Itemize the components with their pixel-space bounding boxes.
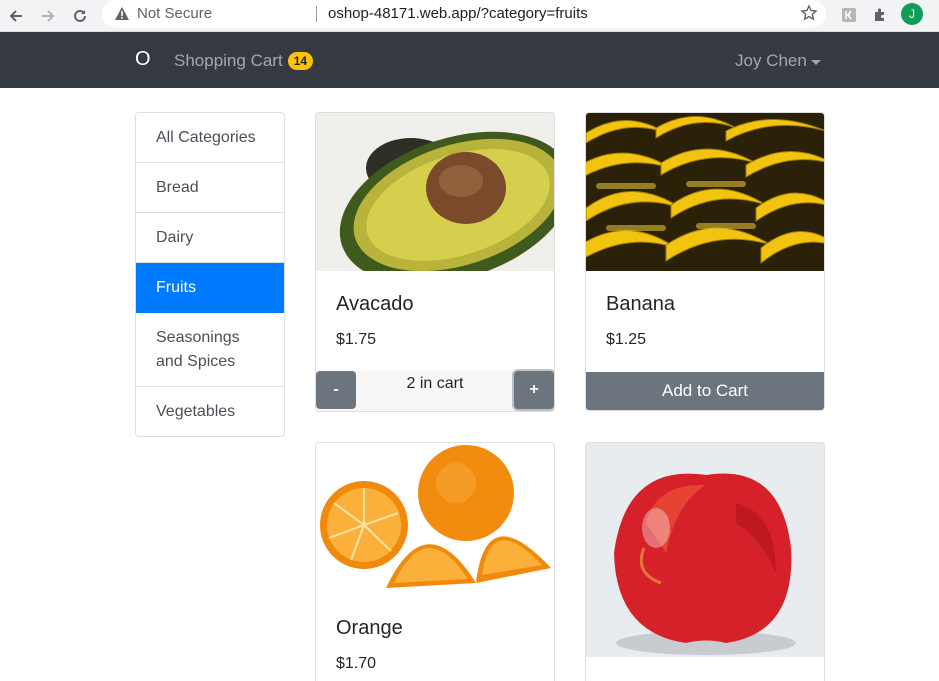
product-card-orange: Orange $1.70 — [315, 442, 555, 681]
cart-quantity-text: 2 in cart — [406, 375, 464, 392]
app-navbar: O Shopping Cart 14 Joy Chen — [0, 32, 939, 88]
product-price: $1.25 — [606, 331, 647, 348]
category-list: All Categories Bread Dairy Fruits Season… — [135, 112, 285, 437]
add-to-cart-button[interactable]: Add to Cart — [586, 372, 824, 410]
product-price: $1.70 — [336, 655, 377, 672]
user-name: Joy Chen — [735, 51, 807, 70]
product-card-avocado: Avacado $1.75 - 2 in cart + — [315, 112, 555, 412]
chevron-down-icon — [810, 59, 821, 65]
product-image-banana — [586, 113, 824, 271]
category-item-fruits[interactable]: Fruits — [136, 263, 284, 313]
product-image-orange — [316, 443, 554, 601]
shopping-cart-label: Shopping Cart — [174, 51, 283, 70]
cart-count-badge: 14 — [287, 52, 314, 70]
warning-icon[interactable] — [114, 6, 130, 26]
back-arrow-icon[interactable] — [4, 4, 28, 28]
brand-logo[interactable]: O — [135, 48, 151, 71]
category-item-seasonings[interactable]: Seasonings and Spices — [136, 313, 284, 387]
address-bar[interactable]: Not Secure oshop-48171.web.app/?category… — [102, 0, 826, 28]
product-card-apple — [585, 442, 825, 681]
url-text[interactable]: oshop-48171.web.app/?category=fruits — [328, 5, 588, 22]
browser-toolbar: Not Secure oshop-48171.web.app/?category… — [0, 0, 939, 32]
product-title: Banana — [606, 293, 675, 315]
extension-icon[interactable] — [838, 4, 860, 26]
category-item-vegetables[interactable]: Vegetables — [136, 387, 284, 436]
bookmark-star-icon[interactable] — [800, 4, 818, 27]
forward-arrow-icon[interactable] — [36, 4, 60, 28]
decrease-quantity-button[interactable]: - — [316, 371, 356, 409]
shopping-cart-link[interactable]: Shopping Cart 14 — [174, 51, 314, 71]
puzzle-icon[interactable] — [869, 4, 891, 26]
product-image-avocado — [316, 113, 554, 271]
address-separator — [316, 6, 317, 22]
product-title: Avacado — [336, 293, 414, 315]
product-image-apple — [586, 443, 824, 659]
user-dropdown[interactable]: Joy Chen — [735, 51, 821, 71]
quantity-control: - 2 in cart + — [316, 371, 554, 411]
profile-avatar[interactable]: J — [901, 3, 923, 25]
security-label[interactable]: Not Secure — [137, 5, 212, 22]
reload-icon[interactable] — [68, 4, 92, 28]
category-item-bread[interactable]: Bread — [136, 163, 284, 213]
category-item-all[interactable]: All Categories — [136, 113, 284, 163]
category-item-dairy[interactable]: Dairy — [136, 213, 284, 263]
product-price: $1.75 — [336, 331, 377, 348]
product-title: Orange — [336, 617, 403, 639]
increase-quantity-button[interactable]: + — [514, 371, 554, 409]
product-card-banana: Banana $1.25 Add to Cart — [585, 112, 825, 411]
